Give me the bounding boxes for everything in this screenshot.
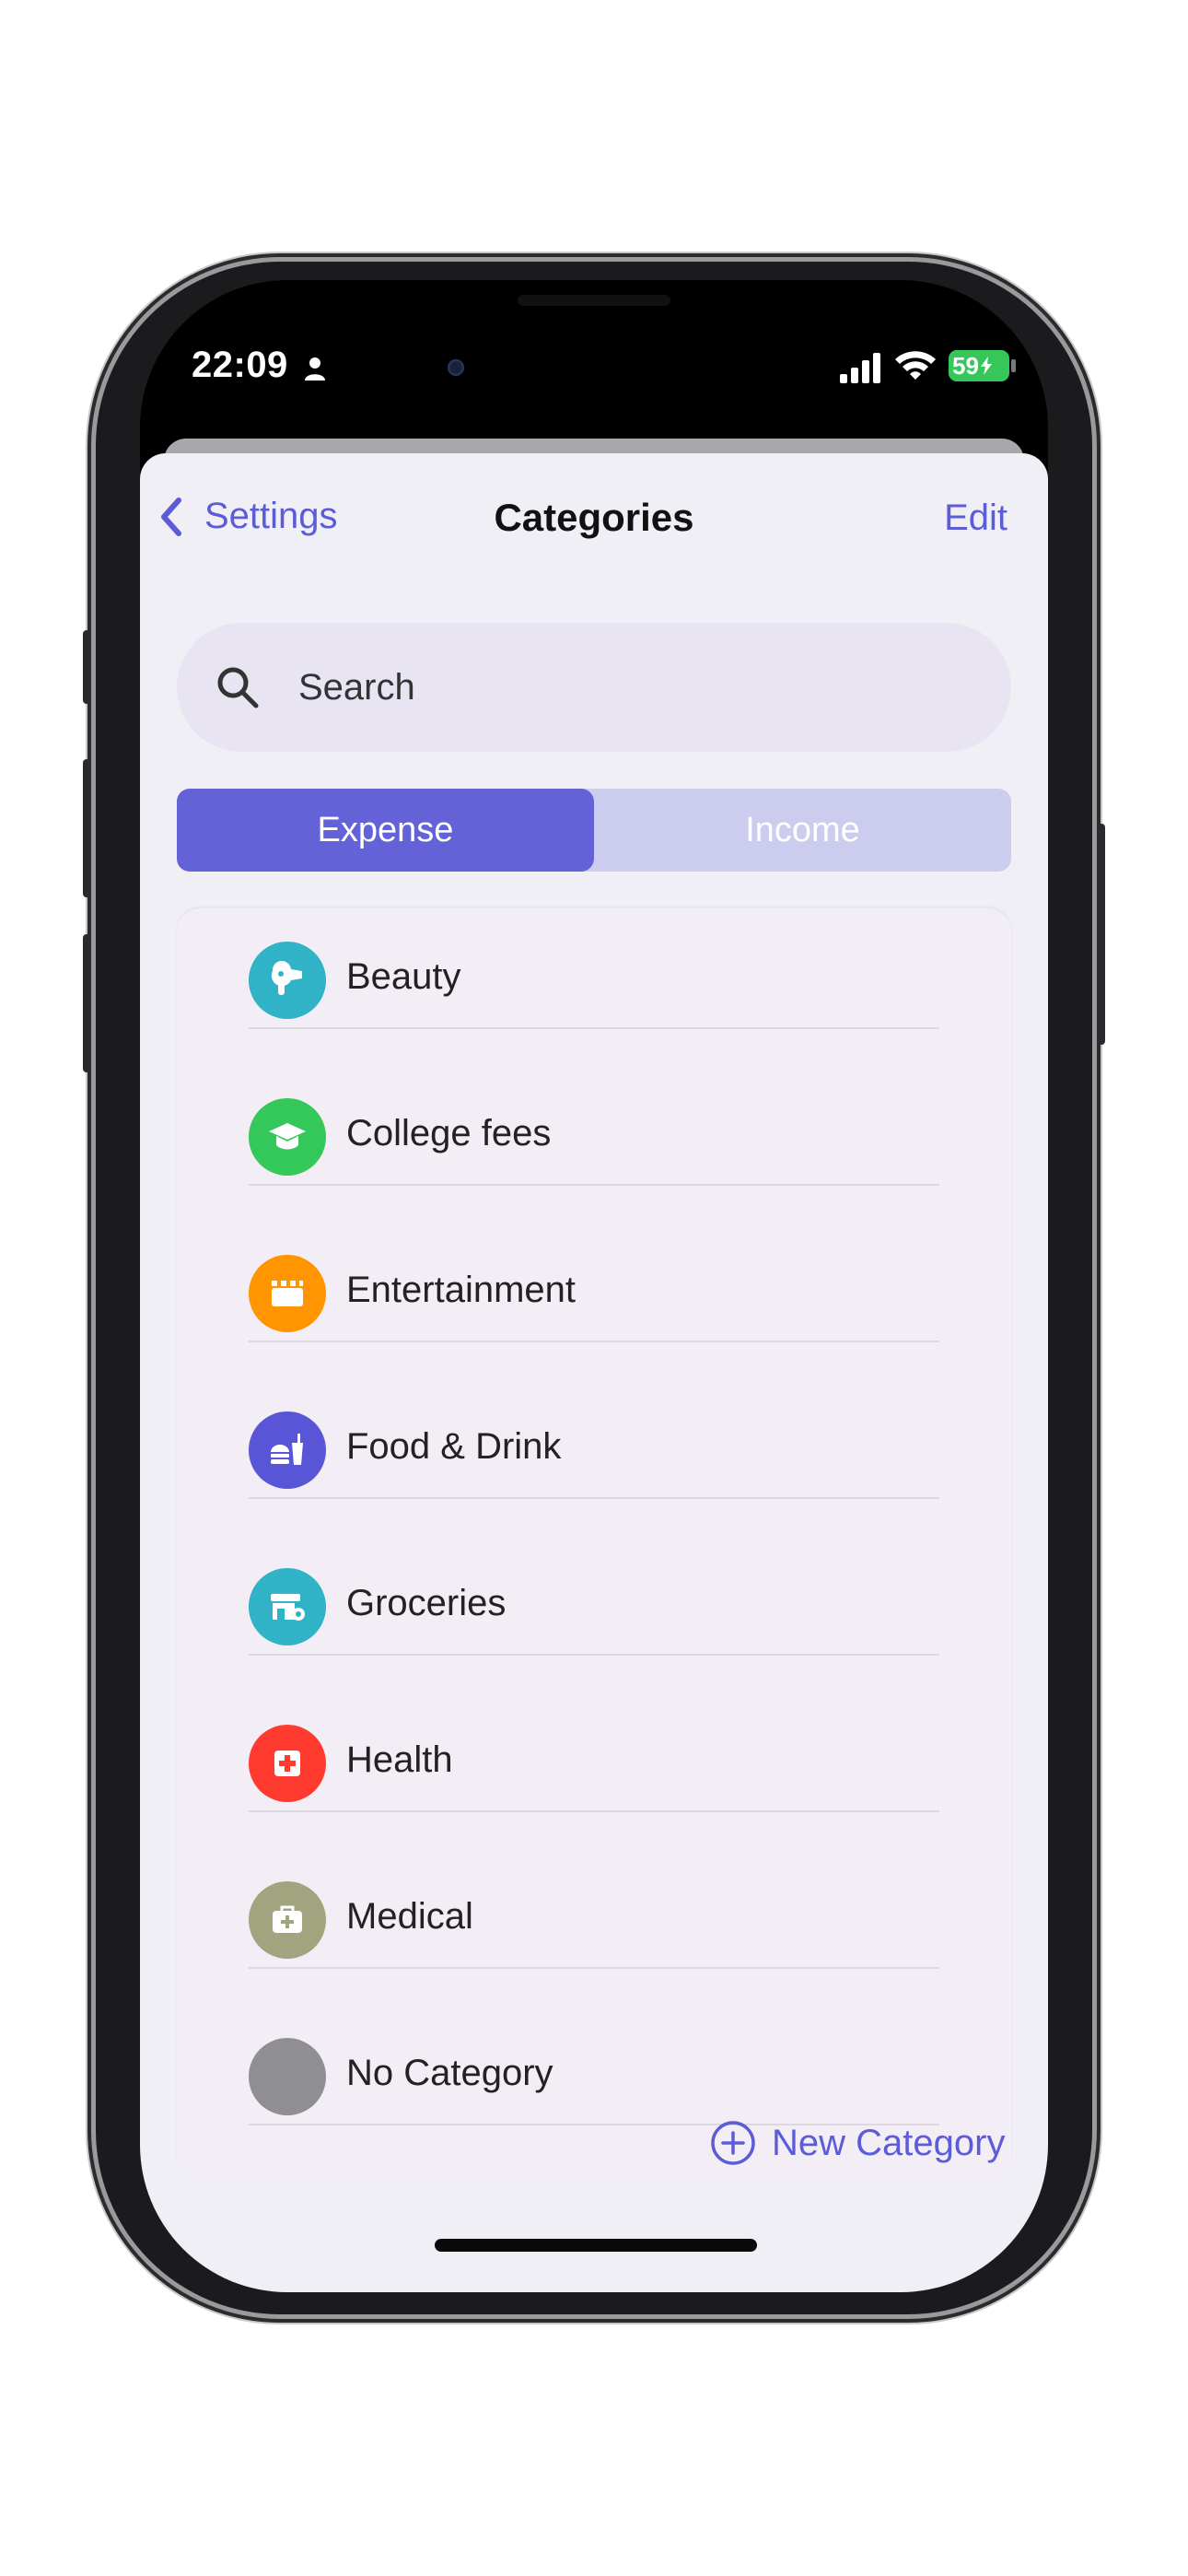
category-label: Medical (346, 1896, 473, 1937)
medical-bag-icon (273, 1905, 302, 1933)
category-label: Groceries (346, 1583, 507, 1623)
category-row-medical[interactable]: Medical (249, 1848, 939, 2005)
segment-expense[interactable]: Expense (177, 789, 594, 872)
category-icon-circle (249, 1881, 326, 1959)
cellular-signal-icon (840, 353, 880, 383)
hair-dryer-icon (271, 960, 302, 995)
search-field[interactable]: Search (177, 623, 1011, 752)
category-icon-circle (249, 1411, 326, 1489)
category-label: College fees (346, 1113, 552, 1153)
expense-income-segmented-control: Expense Income (177, 789, 1011, 872)
row-divider (249, 1027, 939, 1029)
search-placeholder: Search (298, 666, 415, 708)
person-icon (305, 357, 325, 381)
row-divider (249, 1810, 939, 1812)
row-divider (249, 1654, 939, 1656)
battery-level: 59 (952, 351, 979, 380)
row-divider (249, 1967, 939, 1969)
store-icon (271, 1594, 305, 1621)
clapperboard-icon (272, 1281, 303, 1306)
status-bar: 22:09 59 (140, 280, 1048, 418)
status-time: 22:09 (192, 345, 288, 385)
category-icon-circle (249, 1255, 326, 1332)
nav-bar: Settings Categories Edit (140, 453, 1048, 582)
category-row-beauty[interactable]: Beauty (249, 908, 939, 1065)
category-label: No Category (346, 2053, 553, 2093)
power-button (1098, 824, 1105, 1045)
screen: 22:09 59 Settings Categories Edit Search (140, 280, 1048, 2292)
burger-drink-icon (271, 1434, 303, 1465)
category-row-food-drink[interactable]: Food & Drink (249, 1378, 939, 1535)
silent-switch (83, 630, 90, 704)
row-divider (249, 1497, 939, 1499)
categories-sheet: Settings Categories Edit Search Expense … (140, 453, 1048, 2292)
home-indicator[interactable] (435, 2239, 757, 2252)
charging-bolt-icon (980, 357, 992, 375)
category-list: Beauty College fees Entertainment Food &… (177, 908, 1011, 2180)
category-row-groceries[interactable]: Groceries (249, 1535, 939, 1692)
search-icon (217, 667, 259, 708)
category-icon-circle (249, 942, 326, 1019)
category-label: Food & Drink (346, 1426, 562, 1467)
battery-cap (1011, 359, 1016, 372)
row-divider (249, 1184, 939, 1186)
volume-up-button (83, 759, 90, 897)
plus-circle-icon (711, 2121, 755, 2165)
row-divider (249, 1341, 939, 1342)
category-label: Health (346, 1739, 453, 1780)
category-icon-circle (249, 1098, 326, 1176)
page-title: Categories (494, 496, 694, 539)
new-category-button[interactable]: New Category (709, 2119, 1005, 2167)
phone-frame: 22:09 59 Settings Categories Edit Search (83, 262, 1105, 2314)
wifi-icon (895, 351, 936, 380)
graduation-cap-icon (269, 1123, 306, 1150)
edit-button[interactable]: Edit (944, 498, 1007, 539)
category-icon-circle (249, 2038, 326, 2115)
category-row-health[interactable]: Health (249, 1692, 939, 1848)
segment-income[interactable]: Income (594, 789, 1011, 872)
category-row-college-fees[interactable]: College fees (249, 1065, 939, 1222)
category-icon-circle (249, 1725, 326, 1802)
new-category-label: New Category (772, 2122, 1006, 2163)
category-row-entertainment[interactable]: Entertainment (249, 1222, 939, 1378)
battery-indicator: 59 (949, 350, 1009, 381)
category-label: Beauty (346, 956, 461, 997)
category-label: Entertainment (346, 1270, 577, 1310)
first-aid-icon (274, 1751, 300, 1776)
category-icon-circle (249, 1568, 326, 1645)
volume-down-button (83, 934, 90, 1072)
